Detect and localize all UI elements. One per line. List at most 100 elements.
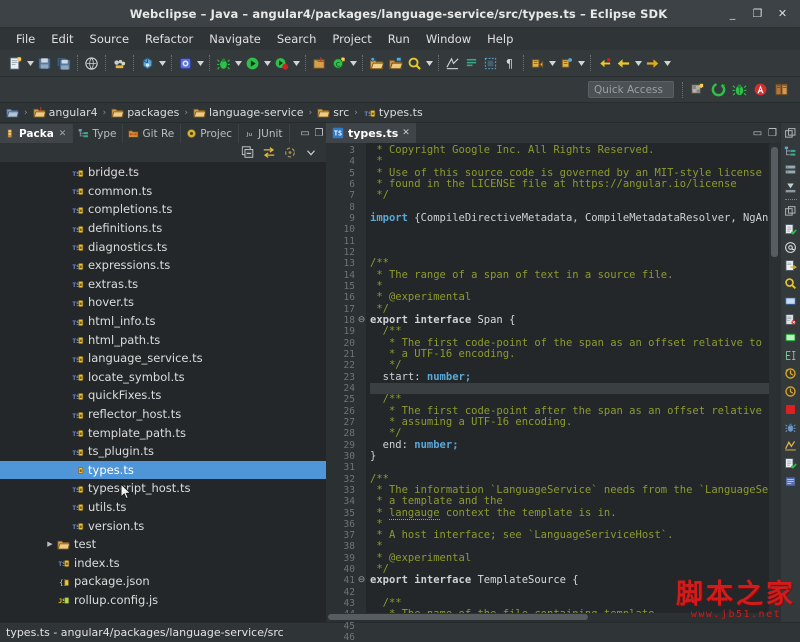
tree-item[interactable]: TS template_path.ts	[0, 423, 326, 442]
view-tab-close-icon[interactable]: ✕	[59, 129, 67, 139]
code-line[interactable]: }	[370, 450, 769, 462]
new-class-dropdown-arrow[interactable]	[348, 54, 358, 73]
code-line[interactable]: end: number;	[370, 439, 769, 451]
new-java-package-button[interactable]	[138, 54, 157, 73]
new-class-button[interactable]: C	[329, 54, 348, 73]
breadcrumb-item-packages[interactable]: packages	[111, 106, 179, 119]
tree-item[interactable]: JS rollup.config.js	[0, 591, 326, 610]
tree-item[interactable]: TS bridge.ts	[0, 163, 326, 182]
view-tab-packa[interactable]: Packa ✕	[0, 124, 74, 143]
console-out-view-icon[interactable]	[782, 257, 800, 274]
editor-hscroll-thumb[interactable]	[328, 614, 588, 620]
code-line[interactable]: start: number;	[370, 371, 769, 383]
view-tab-git-re[interactable]: Git Re	[123, 124, 182, 143]
perspective-debug-button[interactable]	[729, 80, 750, 100]
minimize-view-button[interactable]: ▭	[298, 124, 312, 143]
tasks-view-icon[interactable]	[782, 221, 800, 238]
forward-button[interactable]	[643, 54, 662, 73]
fold-toggle-icon[interactable]: ⊖	[357, 315, 366, 326]
tree-item[interactable]: TS html_path.ts	[0, 330, 326, 349]
perspective-webclipse-button[interactable]	[708, 80, 729, 100]
search-button[interactable]	[405, 54, 424, 73]
breadcrumb-item-src[interactable]: src	[317, 106, 349, 119]
code-line[interactable]: import {CompileDirectiveMetadata, Compil…	[370, 212, 769, 224]
forward-dropdown-arrow[interactable]	[662, 54, 672, 73]
breadcrumb-item-types-ts[interactable]: TS types.ts	[363, 106, 423, 119]
tree-item[interactable]: TS html_info.ts	[0, 312, 326, 331]
toggle-block-selection-button[interactable]	[481, 54, 500, 73]
code-line[interactable]: * Copyright Google Inc. All Rights Reser…	[370, 144, 769, 156]
restore-2-icon[interactable]	[782, 203, 800, 220]
external-tools-button[interactable]	[176, 54, 195, 73]
new-wizard-button[interactable]	[6, 54, 25, 73]
print-button[interactable]	[82, 54, 101, 73]
quick-access-input[interactable]: Quick Access	[588, 81, 674, 98]
show-whitespace-button[interactable]: ¶	[500, 54, 519, 73]
view-tab-type[interactable]: Type	[73, 124, 124, 143]
menu-item-source[interactable]: Source	[82, 30, 138, 48]
outline-view-icon[interactable]	[782, 143, 800, 160]
previous-annotation-button[interactable]	[557, 54, 576, 73]
terminal-view-icon[interactable]	[782, 347, 800, 364]
editor-vertical-scrollbar[interactable]	[769, 143, 780, 613]
folding-ruler[interactable]: ⊖ ⊖	[357, 143, 366, 613]
debug-button[interactable]	[214, 54, 233, 73]
tree-item[interactable]: TS common.ts	[0, 182, 326, 201]
next-annotation-dropdown-arrow[interactable]	[547, 54, 557, 73]
external-tools-dropdown-arrow[interactable]	[195, 54, 205, 73]
tree-item[interactable]: TS utils.ts	[0, 498, 326, 517]
tree-item[interactable]: TS version.ts	[0, 516, 326, 535]
back-to-last-edit-button[interactable]	[595, 54, 614, 73]
menu-item-window[interactable]: Window	[418, 30, 479, 48]
toggle-breakpoint-button[interactable]	[110, 54, 129, 73]
code-line[interactable]: * a UTF-16 encoding.	[370, 348, 769, 360]
view-tab-projec[interactable]: Projec	[181, 124, 240, 143]
editor-tab-types-ts[interactable]: TS types.ts ✕	[326, 123, 416, 143]
tree-item[interactable]: {} package.json	[0, 572, 326, 591]
open-type-button[interactable]	[367, 54, 386, 73]
editor-scroll-thumb[interactable]	[771, 147, 778, 257]
maximize-button[interactable]: ❐	[752, 8, 763, 19]
menu-item-project[interactable]: Project	[324, 30, 379, 48]
search-dropdown-arrow[interactable]	[424, 54, 434, 73]
annotations-view-icon[interactable]	[782, 239, 800, 256]
focus-task-button[interactable]	[283, 146, 297, 160]
menu-item-edit[interactable]: Edit	[43, 30, 81, 48]
tree-item[interactable]: TS expressions.ts	[0, 256, 326, 275]
coverage-button[interactable]	[272, 54, 291, 73]
tree-item[interactable]: TS completions.ts	[0, 200, 326, 219]
project-tree[interactable]: TS bridge.ts TS common.ts TS completions.ts TS…	[0, 162, 326, 622]
code-line[interactable]: */	[370, 190, 769, 201]
tree-item[interactable]: TS quickFixes.ts	[0, 386, 326, 405]
stop-icon[interactable]	[782, 401, 800, 418]
maximize-editor-button[interactable]: ❐	[765, 123, 780, 143]
menu-item-help[interactable]: Help	[479, 30, 521, 48]
perspective-java-button[interactable]	[771, 80, 792, 100]
editor-tab-close-icon[interactable]: ✕	[402, 128, 410, 138]
menu-item-navigate[interactable]: Navigate	[201, 30, 269, 48]
tree-item-selected[interactable]: TS types.ts	[0, 460, 326, 480]
view-menu-button[interactable]	[304, 146, 318, 160]
previous-annotation-dropdown-arrow[interactable]	[576, 54, 586, 73]
run-button[interactable]	[243, 54, 262, 73]
code-line[interactable]	[370, 382, 769, 395]
call-hierarchy-view-icon[interactable]	[782, 365, 800, 382]
toggle-mark-occurrences-button[interactable]	[462, 54, 481, 73]
save-button[interactable]	[35, 54, 54, 73]
tree-item[interactable]: TS extras.ts	[0, 275, 326, 294]
problems-view-icon[interactable]	[782, 329, 800, 346]
console-view-icon[interactable]	[782, 293, 800, 310]
code-line[interactable]: export interface Span {	[370, 314, 769, 326]
expand-arrow-icon[interactable]: ▶	[44, 540, 56, 548]
code-line[interactable]: * @experimental	[370, 292, 769, 303]
link-editor-button[interactable]	[262, 146, 276, 160]
minimize-button[interactable]: _	[727, 8, 738, 19]
view-tab-junit[interactable]: Ju JUnit	[239, 124, 290, 143]
servers-view-icon[interactable]	[782, 161, 800, 178]
code-line[interactable]	[370, 587, 769, 598]
breadcrumb-item-language-service[interactable]: language-service	[193, 106, 304, 119]
tree-item[interactable]: TS diagnostics.ts	[0, 237, 326, 256]
new-java-project-button[interactable]	[310, 54, 329, 73]
javadoc-view-icon[interactable]	[782, 437, 800, 454]
tree-item[interactable]: TS index.ts	[0, 553, 326, 572]
